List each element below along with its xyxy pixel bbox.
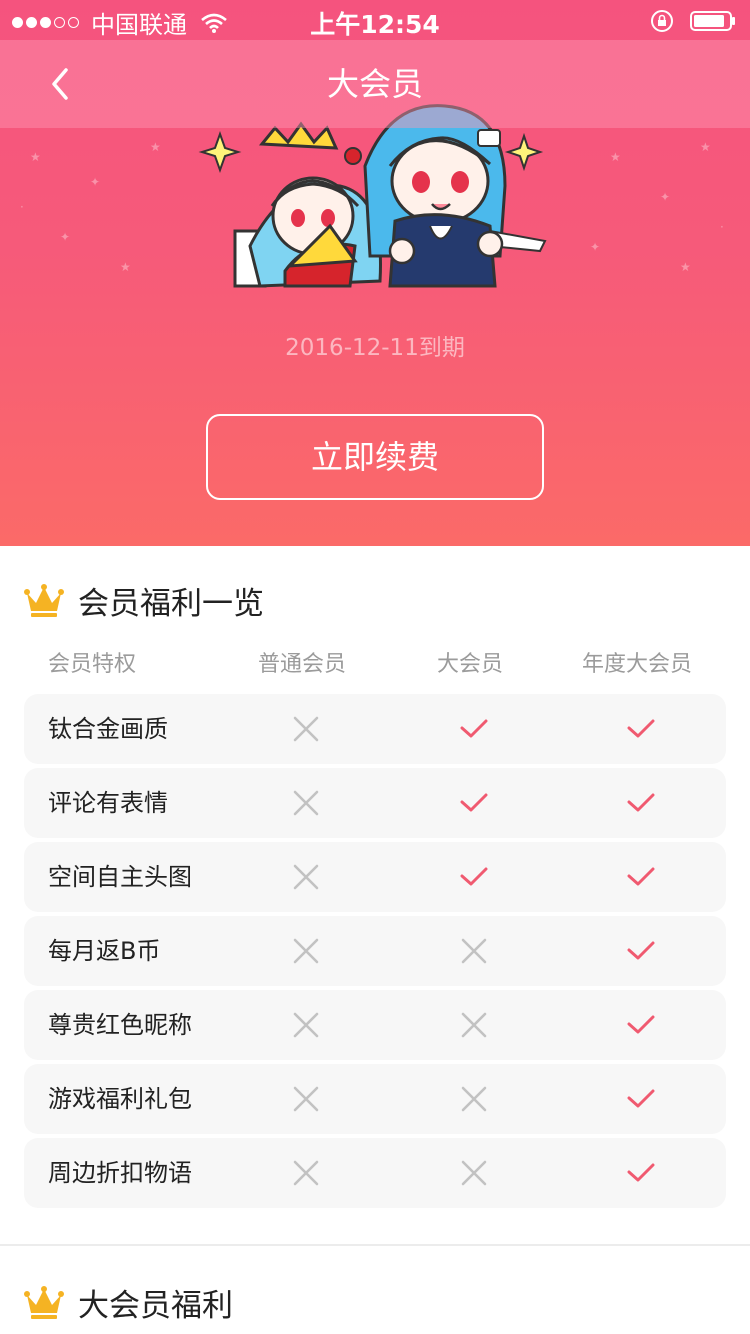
cross-icon (461, 938, 487, 964)
check-icon (460, 867, 488, 886)
cross-icon (461, 1012, 487, 1038)
check-icon (627, 941, 655, 960)
expiry-date-text: 2016-12-11到期 (285, 335, 465, 361)
benefit-row: 周边折扣物语 (24, 1138, 726, 1208)
crown-icon (24, 1285, 64, 1319)
check-icon (627, 1015, 655, 1034)
page-title: 大会员 (326, 65, 423, 103)
section-divider (0, 1244, 750, 1246)
cross-icon (293, 716, 319, 742)
check-icon (627, 867, 655, 886)
navigation-bar: 大会员 (0, 40, 750, 128)
back-button[interactable] (40, 60, 84, 108)
benefit-row: 空间自主头图 (24, 842, 726, 912)
benefit-row: 评论有表情 (24, 768, 726, 838)
benefits-title: 会员福利一览 (78, 586, 264, 622)
cross-icon (293, 1012, 319, 1038)
renew-button[interactable]: 立即续费 (206, 414, 544, 500)
check-icon (627, 719, 655, 738)
status-time: 上午12:54 (310, 10, 440, 39)
chevron-left-icon (52, 68, 68, 100)
check-icon (460, 719, 488, 738)
check-icon (460, 793, 488, 812)
column-header-privilege: 会员特权 (48, 652, 137, 677)
vip-benefits-title: 大会员福利 (78, 1288, 233, 1324)
benefit-label: 游戏福利礼包 (48, 1085, 192, 1113)
benefit-label: 尊贵红色昵称 (48, 1011, 192, 1039)
benefit-label: 每月返B币 (48, 937, 161, 965)
benefits-section-header: 会员福利一览 (24, 578, 264, 623)
benefit-row: 每月返B币 (24, 916, 726, 986)
check-icon (627, 1163, 655, 1182)
cross-icon (293, 938, 319, 964)
status-bar: 中国联通 上午12:54 (0, 0, 750, 40)
benefit-label: 周边折扣物语 (48, 1159, 192, 1187)
benefit-label: 钛合金画质 (48, 715, 168, 743)
benefit-row: 尊贵红色昵称 (24, 990, 726, 1060)
rotation-lock-icon (651, 10, 673, 32)
cross-icon (293, 790, 319, 816)
benefit-row: 钛合金画质 (24, 694, 726, 764)
column-header-annual: 年度大会员 (582, 652, 693, 677)
benefits-column-headers: 会员特权 普通会员 大会员 年度大会员 (24, 646, 726, 682)
cross-icon (293, 864, 319, 890)
check-icon (627, 793, 655, 812)
benefit-row: 游戏福利礼包 (24, 1064, 726, 1134)
cross-icon (293, 1160, 319, 1186)
benefit-label: 空间自主头图 (48, 863, 192, 891)
column-header-vip: 大会员 (437, 652, 504, 677)
vip-benefits-section-header: 大会员福利 (24, 1280, 233, 1325)
benefit-label: 评论有表情 (48, 789, 168, 817)
membership-hero: ★ ✦ ★ ✦ ★ ★ ✦ ★ ✦ ★ · · 中国联通 上午12:54 大会员… (0, 0, 750, 546)
check-icon (627, 1089, 655, 1108)
crown-icon (24, 583, 64, 617)
battery-icon (690, 11, 735, 31)
column-header-normal: 普通会员 (258, 652, 347, 677)
cross-icon (293, 1086, 319, 1112)
cross-icon (461, 1160, 487, 1186)
cross-icon (461, 1086, 487, 1112)
